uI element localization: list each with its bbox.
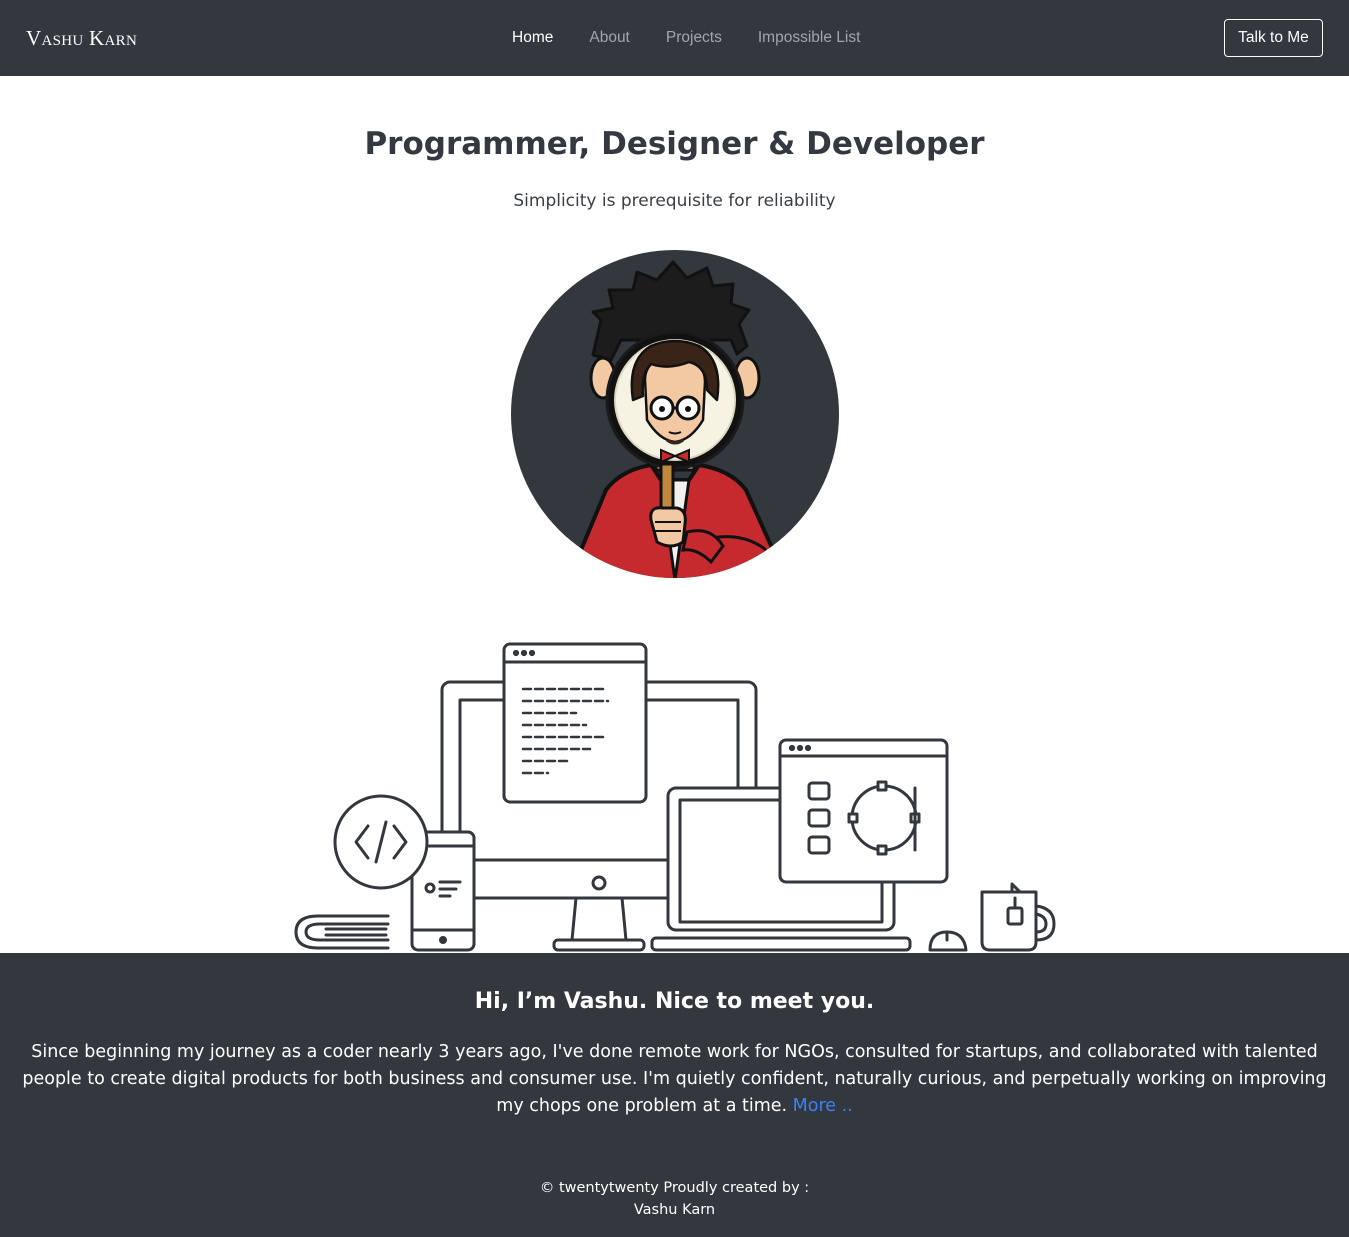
footer-credit: © twentytwenty Proudly created by : xyxy=(539,1180,810,1196)
avatar xyxy=(511,250,839,578)
talk-to-me-button[interactable]: Talk to Me xyxy=(1224,19,1323,57)
nav-link-projects[interactable]: Projects xyxy=(666,28,722,48)
hero-title: Programmer, Designer & Developer xyxy=(364,126,985,162)
devices-illustration xyxy=(290,636,1060,953)
devices-illustration-icon xyxy=(294,642,1056,952)
more-link[interactable]: More .. xyxy=(793,1096,853,1116)
hero-subtitle: Simplicity is prerequisite for reliabili… xyxy=(513,191,836,211)
nav-link-home[interactable]: Home xyxy=(512,28,553,48)
about-paragraph: Since beginning my journey as a coder ne… xyxy=(22,1042,1327,1116)
top-navbar: Vashu Karn Home About Projects Impossibl… xyxy=(0,0,1349,76)
nav-link-impossible-list[interactable]: Impossible List xyxy=(758,28,861,48)
about-text: Since beginning my journey as a coder ne… xyxy=(20,1039,1329,1120)
brand-logo[interactable]: Vashu Karn xyxy=(26,26,137,50)
nav-link-about[interactable]: About xyxy=(589,28,630,48)
main-nav: Home About Projects Impossible List xyxy=(512,28,860,48)
footer-author: Vashu Karn xyxy=(633,1202,716,1218)
avatar-illustration-icon xyxy=(575,260,775,578)
about-section: Hi, I’m Vashu. Nice to meet you. Since b… xyxy=(0,953,1349,1237)
about-title: Hi, I’m Vashu. Nice to meet you. xyxy=(474,989,875,1014)
